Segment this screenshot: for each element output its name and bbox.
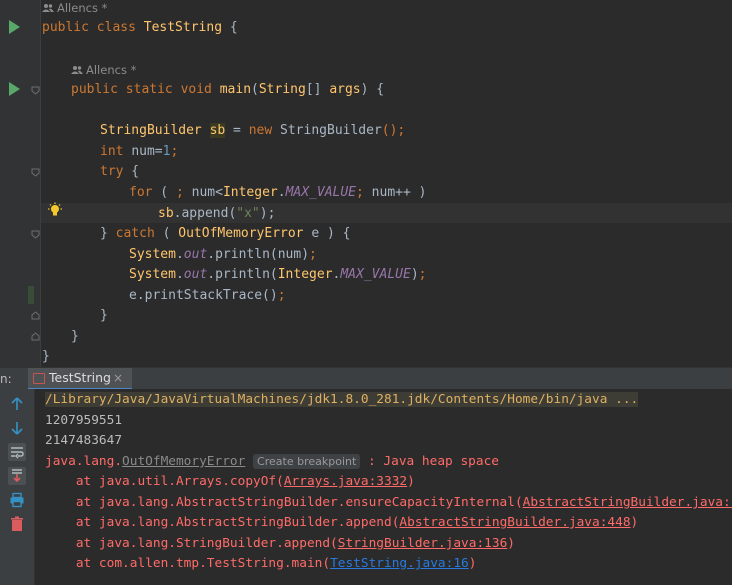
- users-icon: [71, 66, 83, 74]
- close-icon[interactable]: ×: [113, 368, 123, 388]
- code-line[interactable]: StringBuilder sb = new StringBuilder();: [100, 121, 405, 141]
- console-panel[interactable]: /Library/Java/JavaVirtualMachines/jdk1.8…: [0, 389, 732, 585]
- gutter-divider: [40, 0, 41, 367]
- arrow-down-icon[interactable]: [8, 419, 26, 437]
- arrow-up-icon[interactable]: [8, 395, 26, 413]
- code-line[interactable]: } catch ( OutOfMemoryError e ) {: [100, 224, 350, 244]
- source-link[interactable]: TestString.java:16: [330, 556, 469, 571]
- code-line[interactable]: int num=1;: [100, 142, 178, 162]
- code-editor[interactable]: Allencs * Allencs * public class TestStr…: [0, 0, 732, 367]
- print-icon[interactable]: [8, 491, 26, 509]
- author-hint[interactable]: Allencs *: [71, 62, 136, 78]
- lightbulb-icon[interactable]: [47, 202, 63, 218]
- scroll-to-end-icon[interactable]: [8, 467, 26, 485]
- code-line[interactable]: System.out.println(num);: [129, 245, 317, 265]
- code-line[interactable]: }: [42, 347, 50, 367]
- fold-icon[interactable]: [31, 168, 40, 177]
- run-tool-tabbar: n: TestString ×: [0, 367, 732, 390]
- source-link[interactable]: AbstractStringBuilder.java:124: [523, 495, 732, 510]
- exception-link[interactable]: OutOfMemoryError: [122, 454, 245, 469]
- author-hint[interactable]: Allencs *: [42, 0, 107, 16]
- source-link[interactable]: Arrays.java:3332: [284, 474, 407, 489]
- soft-wrap-icon[interactable]: [8, 443, 26, 461]
- trash-icon[interactable]: [8, 515, 26, 533]
- change-marker: [28, 286, 34, 304]
- code-line[interactable]: }: [100, 306, 108, 326]
- run-class-icon[interactable]: [9, 20, 20, 34]
- code-line[interactable]: public static void main(String[] args) {: [71, 80, 384, 100]
- fold-icon[interactable]: [31, 332, 40, 341]
- run-config-icon: [33, 373, 45, 384]
- console-output-line: 2147483647: [45, 433, 123, 448]
- source-link[interactable]: StringBuilder.java:136: [338, 536, 508, 551]
- console-toolbar: [0, 389, 35, 585]
- console-error-line[interactable]: java.lang.OutOfMemoryError Create breakp…: [45, 452, 499, 472]
- users-icon: [42, 4, 54, 12]
- code-line[interactable]: System.out.println(Integer.MAX_VALUE);: [129, 265, 426, 285]
- create-breakpoint-button[interactable]: Create breakpoint: [253, 454, 361, 469]
- stack-frame-line[interactable]: at java.util.Arrays.copyOf(Arrays.java:3…: [45, 472, 415, 492]
- run-main-icon[interactable]: [9, 82, 20, 96]
- console-command-line[interactable]: /Library/Java/JavaVirtualMachines/jdk1.8…: [45, 390, 639, 410]
- stack-frame-line[interactable]: at java.lang.AbstractStringBuilder.ensur…: [45, 493, 732, 513]
- stack-frame-line[interactable]: at java.lang.StringBuilder.append(String…: [45, 534, 515, 554]
- stack-frame-line[interactable]: at com.allen.tmp.TestString.main(TestStr…: [45, 554, 477, 574]
- code-line[interactable]: }: [71, 327, 79, 347]
- fold-icon[interactable]: [31, 86, 40, 95]
- fold-icon[interactable]: [31, 311, 40, 320]
- code-line[interactable]: public class TestString {: [42, 18, 238, 38]
- fold-icon[interactable]: [31, 230, 40, 239]
- run-tool-label: n:: [0, 372, 12, 386]
- code-line[interactable]: e.printStackTrace();: [129, 286, 286, 306]
- code-line[interactable]: for ( ; num<Integer.MAX_VALUE; num++ ): [129, 183, 426, 203]
- current-line-highlight: [41, 203, 732, 223]
- tab-teststring[interactable]: TestString ×: [28, 368, 132, 390]
- code-line[interactable]: try {: [100, 162, 139, 182]
- source-link[interactable]: AbstractStringBuilder.java:448: [399, 515, 630, 530]
- stack-frame-line[interactable]: at java.lang.AbstractStringBuilder.appen…: [45, 513, 638, 533]
- code-line[interactable]: sb.append("x");: [158, 204, 275, 224]
- console-output-line: 1207959551: [45, 413, 123, 428]
